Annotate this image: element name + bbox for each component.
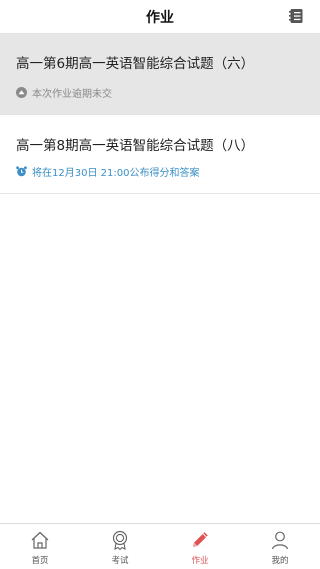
assignment-status: 本次作业逾期未交 <box>16 85 112 100</box>
tab-label: 我的 <box>271 556 289 566</box>
top-bar: 作业 <box>0 0 320 34</box>
medal-icon <box>112 530 128 551</box>
assignment-item[interactable]: 高一第8期高一英语智能综合试题（八） 将在12月30日 21:00公布得分和答案 <box>0 116 320 194</box>
page-title: 作业 <box>146 10 174 26</box>
assignment-title: 高一第8期高一英语智能综合试题（八） <box>16 138 255 154</box>
tab-mine[interactable]: 我的 <box>240 524 320 569</box>
tab-label: 首页 <box>31 556 49 566</box>
tab-label: 考试 <box>111 556 129 566</box>
assignment-status-text: 将在12月30日 21:00公布得分和答案 <box>32 168 200 179</box>
assignment-item[interactable]: 高一第6期高一英语智能综合试题（六） 本次作业逾期未交 <box>0 34 320 115</box>
assignment-status-text: 本次作业逾期未交 <box>32 89 112 100</box>
tab-homework[interactable]: 作业 <box>160 524 240 569</box>
alarm-clock-icon <box>16 166 27 177</box>
overdue-icon <box>16 87 27 98</box>
assignment-status: 将在12月30日 21:00公布得分和答案 <box>16 164 199 179</box>
tab-label: 作业 <box>191 556 209 566</box>
tab-exam[interactable]: 考试 <box>80 524 160 569</box>
assignment-title: 高一第6期高一英语智能综合试题（六） <box>16 56 255 72</box>
home-icon <box>31 531 49 549</box>
list-menu-icon[interactable] <box>288 8 304 24</box>
tab-home[interactable]: 首页 <box>0 524 80 569</box>
person-icon <box>271 531 289 550</box>
bottom-tab-bar: 首页 考试 作业 我的 <box>0 523 320 569</box>
pencil-icon <box>193 532 208 547</box>
